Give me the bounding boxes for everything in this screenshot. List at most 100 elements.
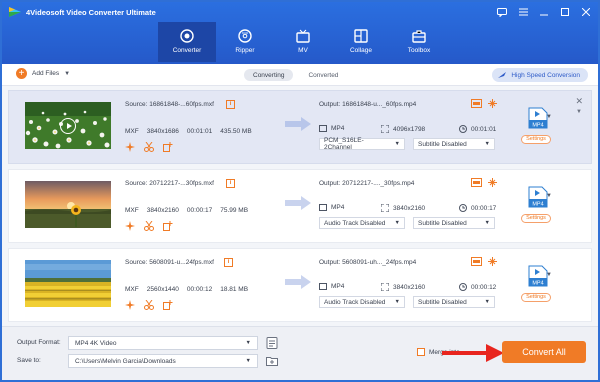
subtitle-value: Subtitle Disabled [418,140,467,148]
source-format: MXF [125,207,139,214]
chevron-down-icon: ▼ [245,358,251,364]
chevron-down-icon[interactable]: ▼ [546,272,552,278]
enhance-icon[interactable] [125,221,135,231]
minimize-icon[interactable] [538,6,550,18]
file-row[interactable]: Source: 20712217-...30fps.mxf i MXF 3840… [8,169,592,243]
mp4-format-icon[interactable]: MP4 [528,265,548,287]
mp4-format-icon[interactable]: MP4 [528,186,548,208]
output-resolution: 3840x2160 [393,204,426,212]
audio-track-select[interactable]: Audio Track Disabled ▼ [319,217,405,229]
audio-track-select[interactable]: Audio Track Disabled ▼ [319,296,405,308]
output-duration: 00:00:12 [471,283,497,291]
clock-icon [459,283,467,291]
arrow-right-icon [285,117,311,131]
format-settings-icon[interactable] [266,337,278,349]
sunflower-sunset-image [25,181,111,228]
toolbox-icon [412,30,426,43]
merge-checkbox[interactable] [417,348,425,356]
audio-track-select[interactable]: PCM_S16LE-2Channel ▼ [319,137,405,151]
tab-ripper[interactable]: DVD Ripper [216,22,274,62]
high-speed-conversion-button[interactable]: High Speed Conversion [492,68,588,82]
edit-tools [125,300,173,310]
sunflower-field-image [25,260,111,307]
arrow-right-icon [285,275,311,289]
source-resolution: 3840x1686 [146,128,179,135]
info-card-icon[interactable] [471,257,482,266]
film-icon [319,204,327,211]
play-icon[interactable] [60,117,76,134]
bottom-panel: Output Format: MP4 4K Video ▼ Save to: C… [2,326,598,380]
window-controls [496,6,592,18]
audio-track-value: Audio Track Disabled [324,298,386,306]
tab-converting[interactable]: Converting [244,69,294,81]
compress-icon[interactable] [487,99,498,108]
info-icon[interactable]: i [224,258,233,267]
tab-converted[interactable]: Converted [299,69,347,81]
video-thumbnail[interactable] [25,102,111,149]
chevron-down-icon: ▼ [394,141,400,147]
subtitle-select[interactable]: Subtitle Disabled ▼ [413,296,495,308]
cut-icon[interactable] [144,221,154,231]
output-format-select[interactable]: MP4 4K Video ▼ [68,336,258,350]
subtitle-value: Subtitle Disabled [418,219,467,227]
settings-button[interactable]: Settings [521,135,551,144]
tab-collage[interactable]: Collage [332,22,390,62]
cut-icon[interactable] [144,142,154,152]
app-window: 4Videosoft Video Converter Ultimate Conv… [0,0,600,382]
source-metadata: MXF 2560x1440 00:00:12 18.81 MB [125,286,248,293]
convert-all-button[interactable]: Convert All [502,341,586,363]
mp4-format-icon[interactable]: MP4 [528,107,548,129]
close-icon[interactable] [580,6,592,18]
tab-mv[interactable]: MV [274,22,332,62]
file-row[interactable]: Source: 16861848-...60fps.mxf i MXF 3840… [8,90,592,164]
tab-converter-label: Converter [172,47,202,54]
chat-icon[interactable] [496,6,508,18]
tab-collage-label: Collage [349,47,373,54]
close-icon[interactable]: ✕ [575,96,583,107]
subtitle-select[interactable]: Subtitle Disabled ▼ [413,138,495,150]
enhance-icon[interactable] [125,142,135,152]
rocket-icon [498,71,507,78]
edit-icon[interactable] [163,300,173,310]
settings-button[interactable]: Settings [521,293,551,302]
subtitle-select[interactable]: Subtitle Disabled ▼ [413,217,495,229]
maximize-icon[interactable] [559,6,571,18]
chevron-down-icon[interactable]: ▼ [546,114,552,120]
disc-icon: DVD [238,29,252,43]
edit-icon[interactable] [163,142,173,152]
cut-icon[interactable] [144,300,154,310]
folder-icon[interactable] [266,355,278,367]
output-format-value: MP4 4K Video [75,339,117,347]
video-thumbnail[interactable] [25,181,111,228]
enhance-icon[interactable] [125,300,135,310]
high-speed-label: High Speed Conversion [511,71,580,79]
settings-button[interactable]: Settings [521,214,551,223]
info-card-icon[interactable] [471,99,482,108]
main-tabs: Converter DVD Ripper MV Collage Toolbox [158,22,448,62]
tab-toolbox[interactable]: Toolbox [390,22,448,62]
info-icon[interactable]: i [226,100,235,109]
edit-icon[interactable] [163,221,173,231]
add-files-button[interactable]: + Add Files ▼ [16,68,70,79]
chevron-down-icon[interactable]: ▼ [546,193,552,199]
chevron-down-icon[interactable]: ▼ [576,109,582,115]
compress-icon[interactable] [487,257,498,266]
output-duration: 00:01:01 [471,125,497,133]
converter-icon [180,29,194,43]
save-to-select[interactable]: C:\Users\Melvin Garcia\Downloads ▼ [68,354,258,368]
status-segments: Converting Converted [244,69,347,81]
menu-icon[interactable] [517,6,529,18]
arrow-right-icon [285,196,311,210]
tab-ripper-label: Ripper [235,47,255,54]
video-thumbnail[interactable] [25,260,111,307]
svg-text:DVD: DVD [242,31,249,35]
info-card-icon[interactable] [471,178,482,187]
save-to-label: Save to: [17,357,41,364]
annotation-arrow-icon [442,344,504,362]
output-actions [471,99,498,108]
chevron-down-icon[interactable]: ▼ [64,71,70,77]
tab-converter[interactable]: Converter [158,22,216,62]
file-row[interactable]: Source: 5608091-u...24fps.mxf i MXF 2560… [8,248,592,322]
info-icon[interactable]: i [226,179,235,188]
compress-icon[interactable] [487,178,498,187]
